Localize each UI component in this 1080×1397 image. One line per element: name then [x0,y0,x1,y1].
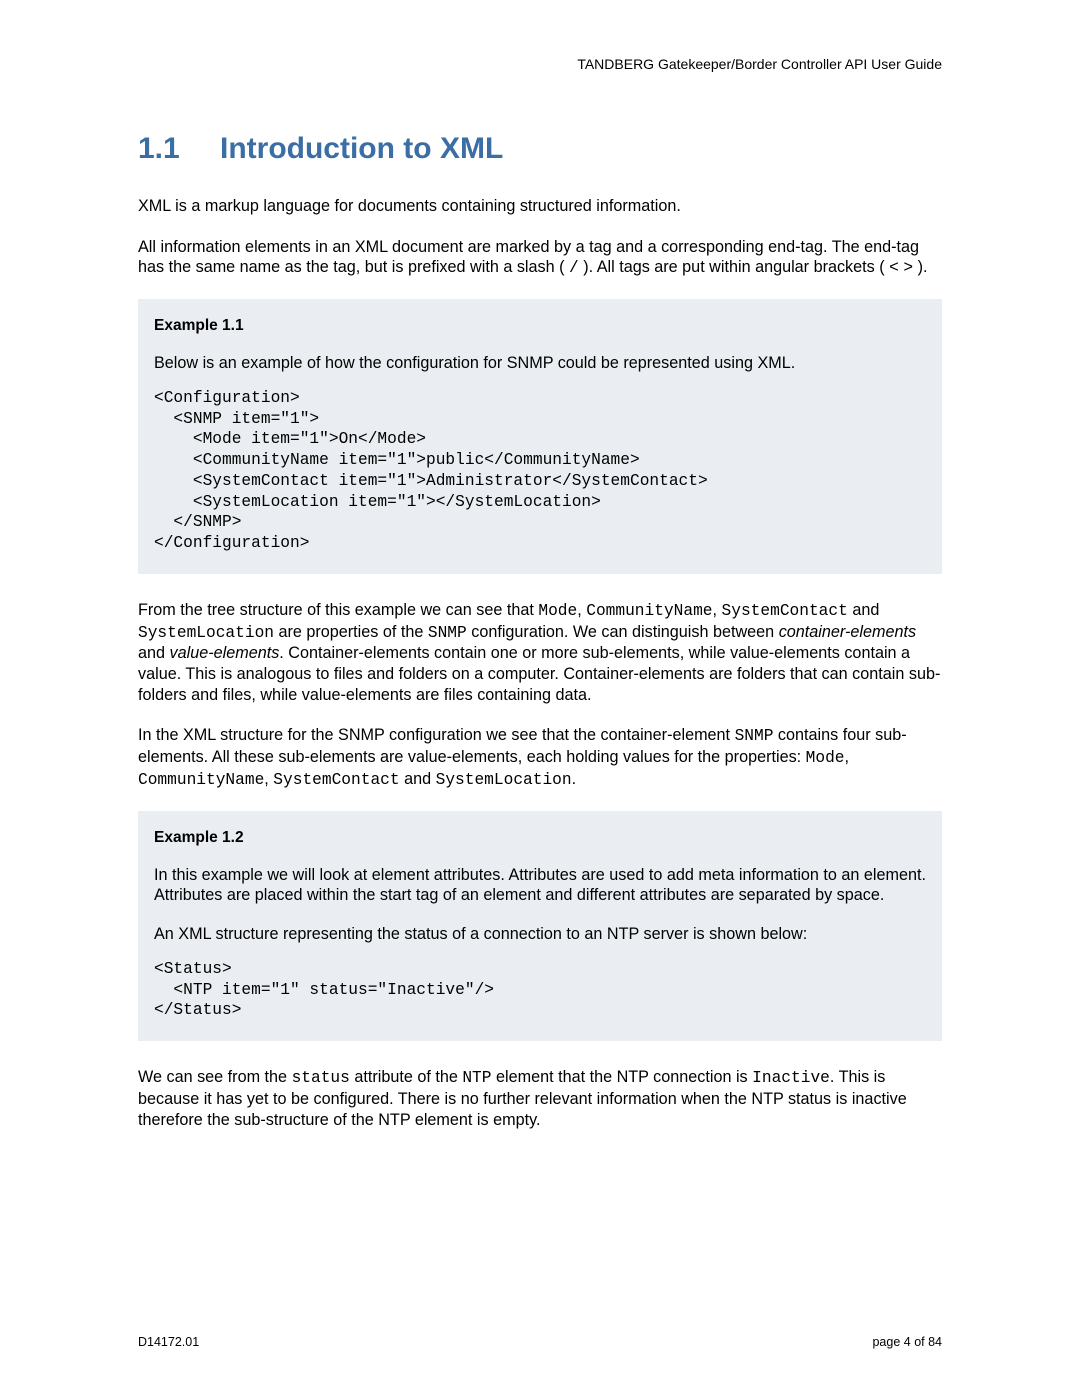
p4-snmp: SNMP [735,727,774,745]
lt-literal: < [889,259,899,277]
page: TANDBERG Gatekeeper/Border Controller AP… [0,0,1080,1397]
p3-ce: container-elements [779,623,916,641]
p3-a: From the tree structure of this example … [138,601,538,619]
p4-a: In the XML structure for the SNMP config… [138,726,735,744]
paragraph-2: All information elements in an XML docum… [138,237,942,279]
paragraph-4: In the XML structure for the SNMP config… [138,725,942,790]
example-2-code: <Status> <NTP item="1" status="Inactive"… [154,959,926,1021]
footer-doc-id: D14172.01 [138,1335,199,1349]
p2-text-c: ). [913,258,927,276]
example-1-box: Example 1.1 Below is an example of how t… [138,299,942,574]
header-doc-title: TANDBERG Gatekeeper/Border Controller AP… [138,56,942,72]
p3-s1: , [577,601,586,619]
example-2-p2: An XML structure representing the status… [154,924,926,945]
example-2-box: Example 1.2 In this example we will look… [138,811,942,1041]
p4-and: and [400,770,436,788]
example-1-code: <Configuration> <SNMP item="1"> <Mode it… [154,388,926,554]
cl-status: status [292,1069,350,1087]
p3-s2: , [713,601,722,619]
p4-mode: Mode [806,749,845,767]
example-1-title: Example 1.1 [154,317,926,335]
p4-sysc: SystemContact [273,771,399,789]
p3-sysl: SystemLocation [138,624,274,642]
paragraph-3: From the tree structure of this example … [138,600,942,706]
section-number: 1.1 [138,132,220,166]
footer-page: page 4 of 84 [872,1335,942,1349]
p4-s2: , [264,770,273,788]
page-footer: D14172.01 page 4 of 84 [138,1335,942,1349]
p3-mode: Mode [538,602,577,620]
p3-ve: value-elements [170,644,280,662]
slash-literal: / [569,259,579,277]
example-1-intro: Below is an example of how the configura… [154,353,926,374]
p3-snmp: SNMP [428,624,467,642]
paragraph-1: XML is a markup language for documents c… [138,196,942,217]
p4-comm: CommunityName [138,771,264,789]
cl-b: attribute of the [350,1068,462,1086]
p4-sysl: SystemLocation [436,771,572,789]
closing-paragraph: We can see from the status attribute of … [138,1067,942,1130]
example-2-title: Example 1.2 [154,829,926,847]
p3-sysc: SystemContact [722,602,848,620]
example-2-p1: In this example we will look at element … [154,865,926,906]
cl-inactive: Inactive [752,1069,830,1087]
section-heading: 1.1Introduction to XML [138,132,942,166]
p2-text-b: ). All tags are put within angular brack… [579,258,889,276]
p4-s1: , [845,748,850,766]
p3-b: are properties of the [274,623,428,641]
p3-comm: CommunityName [586,602,712,620]
gt-literal: > [903,259,913,277]
cl-ntp: NTP [462,1069,491,1087]
p3-c: configuration. We can distinguish betwee… [467,623,779,641]
cl-a: We can see from the [138,1068,292,1086]
section-title: Introduction to XML [220,132,503,165]
cl-c: element that the NTP connection is [492,1068,753,1086]
p3-and: and [848,601,880,619]
p3-and2: and [138,644,170,662]
p4-c: . [572,770,577,788]
